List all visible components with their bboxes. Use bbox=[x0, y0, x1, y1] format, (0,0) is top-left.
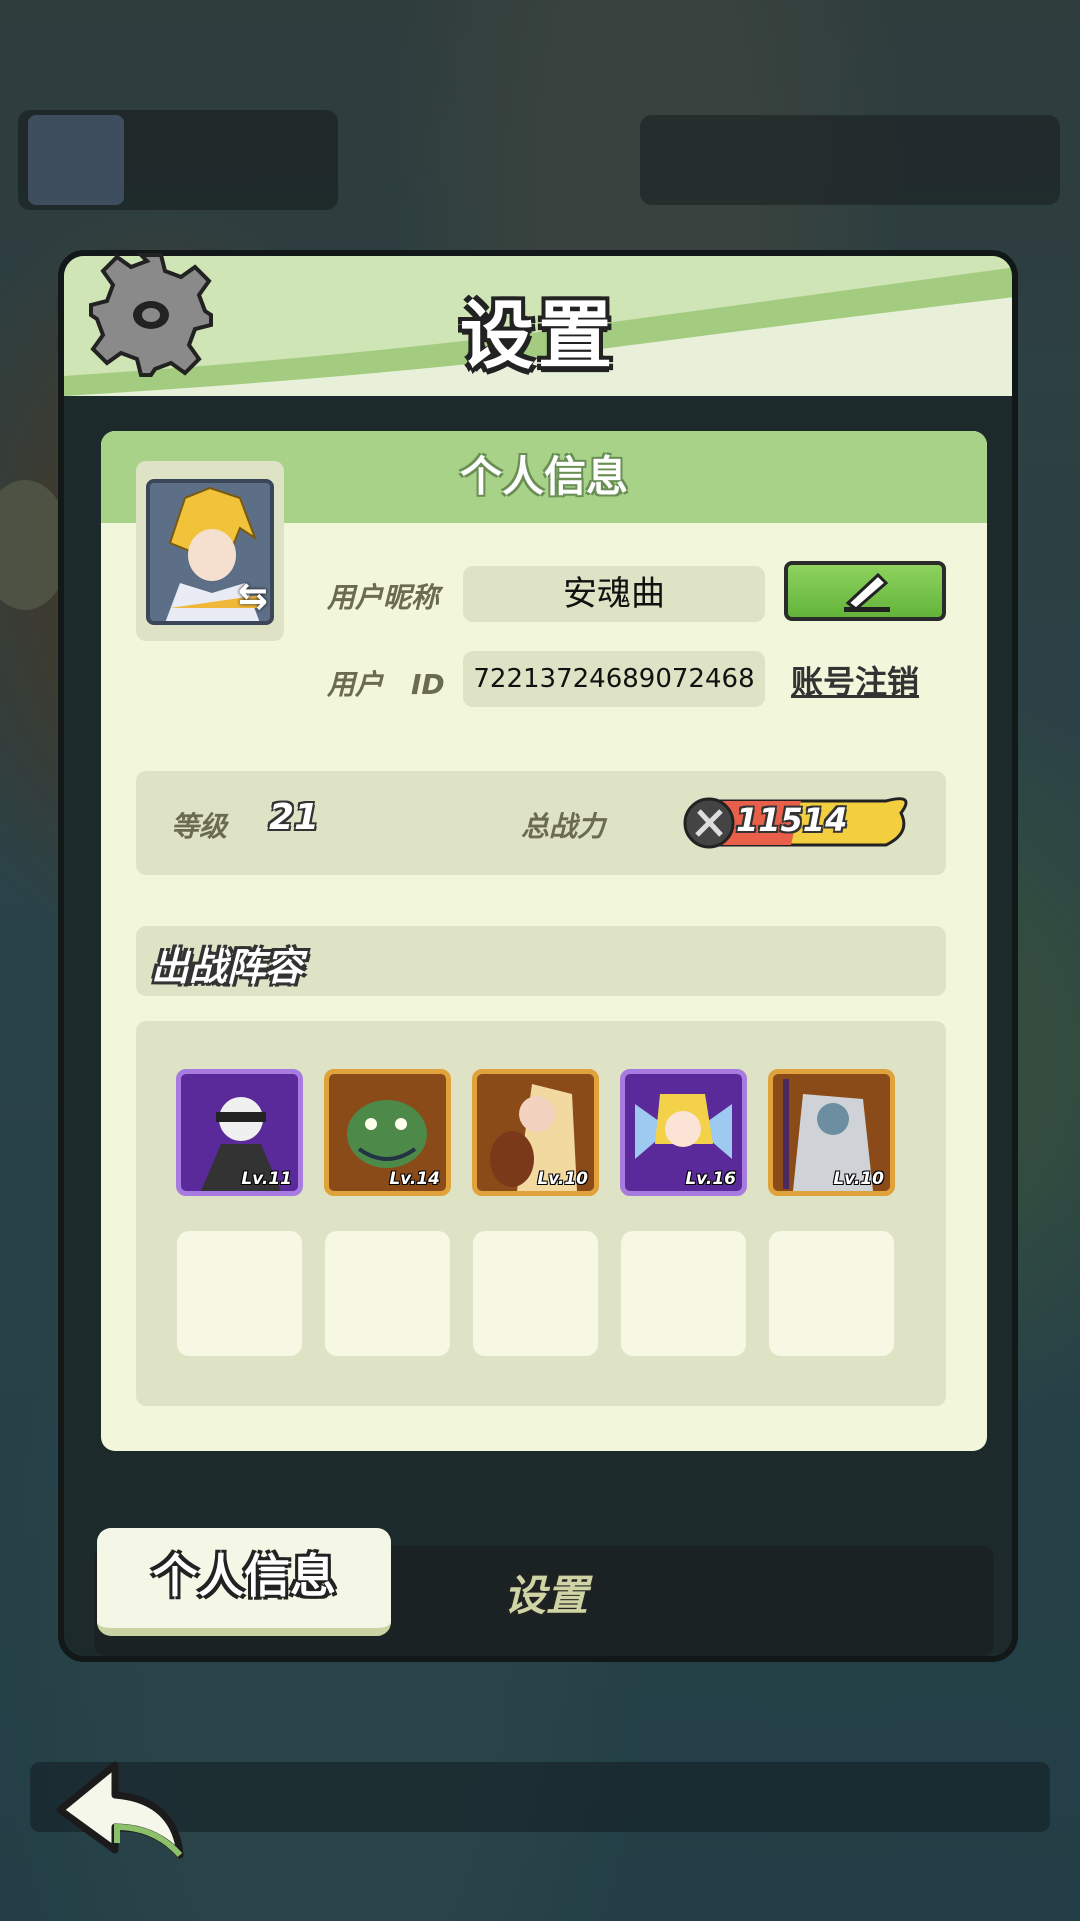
hero-level: Lv.16 bbox=[685, 1169, 736, 1189]
lineup-grid: Lv.11 Lv.14 Lv.10 Lv.16 Lv.10 bbox=[136, 1021, 946, 1406]
empty-slot[interactable] bbox=[769, 1231, 894, 1356]
avatar[interactable]: ⇆ bbox=[146, 479, 274, 625]
power-value: 11514 bbox=[736, 801, 848, 839]
lineup-title: 出战阵容 bbox=[151, 945, 304, 989]
tab-settings[interactable]: 设置 bbox=[504, 1562, 588, 1623]
user-id-field: 7221372468907246​8 bbox=[463, 651, 765, 707]
hero-level: Lv.14 bbox=[389, 1169, 440, 1189]
delete-account-link[interactable]: 账号注销 bbox=[791, 657, 919, 703]
profile-card: 个人信息 ⇆ 用户昵称 安魂曲 用户 ID 7221372468907246​8 bbox=[101, 431, 987, 1451]
empty-slot[interactable] bbox=[621, 1231, 746, 1356]
power-bar: 11514 bbox=[681, 793, 917, 853]
hero-slot-3[interactable]: Lv.10 bbox=[472, 1069, 599, 1196]
edit-pencil-icon bbox=[844, 572, 890, 612]
lineup-header: 出战阵容 bbox=[136, 926, 946, 996]
user-id-label: 用户 ID bbox=[327, 668, 445, 701]
hero-slot-4[interactable]: Lv.16 bbox=[620, 1069, 747, 1196]
gear-icon bbox=[89, 253, 213, 377]
nickname-field: 安魂曲 bbox=[463, 566, 765, 622]
empty-slot[interactable] bbox=[177, 1231, 302, 1356]
hero-slot-2[interactable]: Lv.14 bbox=[324, 1069, 451, 1196]
empty-slot[interactable] bbox=[325, 1231, 450, 1356]
empty-slot[interactable] bbox=[473, 1231, 598, 1356]
back-arrow-icon[interactable] bbox=[55, 1755, 195, 1865]
hero-slot-5[interactable]: Lv.10 bbox=[768, 1069, 895, 1196]
edit-nickname-button[interactable] bbox=[784, 561, 946, 621]
power-label: 总战力 bbox=[521, 810, 606, 843]
level-label: 等级 bbox=[171, 810, 228, 843]
stats-row: 等级 21 总战力 11514 bbox=[136, 771, 946, 875]
hero-level: Lv.11 bbox=[241, 1169, 292, 1189]
tab-profile[interactable]: 个人信息 bbox=[97, 1528, 391, 1636]
avatar-frame[interactable]: ⇆ bbox=[136, 461, 284, 641]
hero-level: Lv.10 bbox=[833, 1169, 884, 1189]
hero-slot-1[interactable]: Lv.11 bbox=[176, 1069, 303, 1196]
swap-icon[interactable]: ⇆ bbox=[238, 576, 268, 617]
settings-panel: 设置 个人信息 ⇆ 用户昵称 安魂曲 用户 ID 722137246890724… bbox=[58, 250, 1018, 1662]
nickname-label: 用户昵称 bbox=[327, 581, 440, 614]
hero-level: Lv.10 bbox=[537, 1169, 588, 1189]
level-value: 21 bbox=[269, 797, 320, 838]
